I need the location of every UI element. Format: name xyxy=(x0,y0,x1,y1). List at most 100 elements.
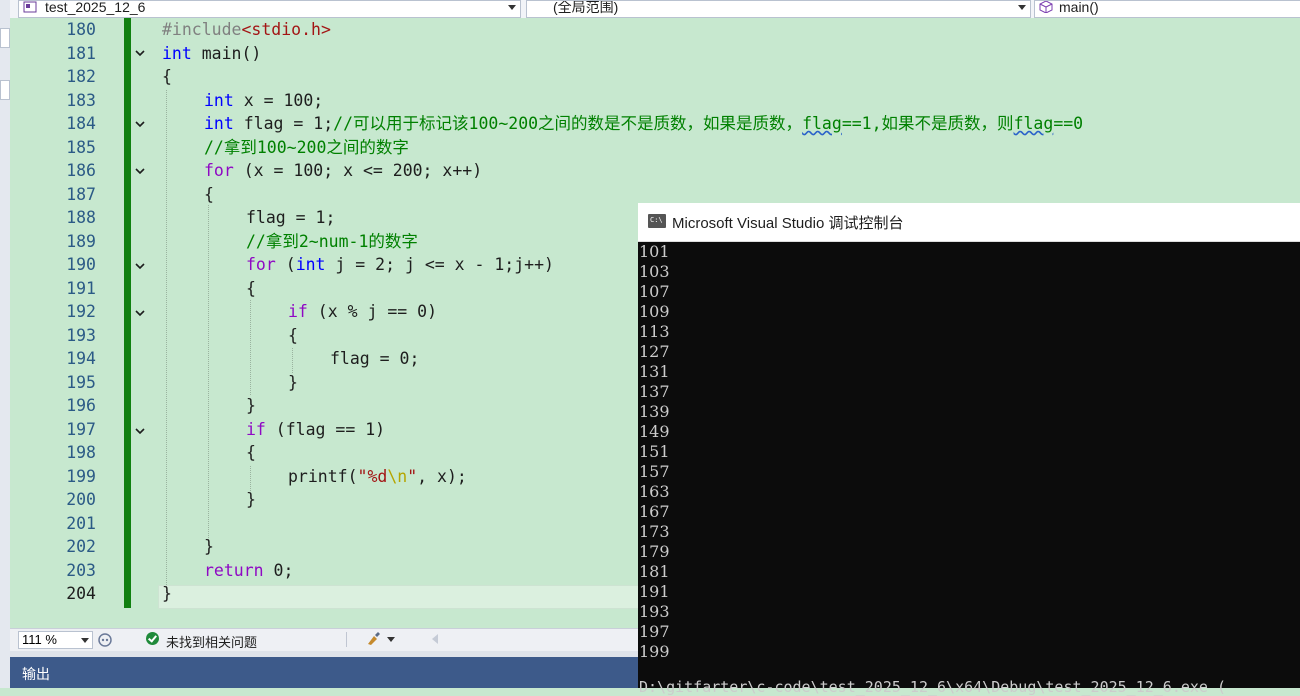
code-line: { xyxy=(288,325,298,345)
console-output-line: 193 xyxy=(639,602,670,621)
member-dropdown[interactable]: main() xyxy=(1034,0,1300,18)
code-line: { xyxy=(162,67,172,86)
line-number: 182 xyxy=(66,67,96,86)
console-exit-line: D:\gitfarter\c-code\test_2025_12_6\x64\D… xyxy=(639,678,1226,696)
console-output-line: 181 xyxy=(639,562,670,581)
code-line: printf("%d\n", x); xyxy=(288,466,467,486)
project-name: test_2025_12_6 xyxy=(45,0,146,15)
line-number: 180 xyxy=(66,20,96,39)
collapse-icon[interactable] xyxy=(134,118,146,130)
current-line-highlight xyxy=(158,585,640,609)
console-app-icon: C:\ xyxy=(648,214,666,228)
project-icon xyxy=(23,1,37,13)
console-output-line: 151 xyxy=(639,442,670,461)
line-number: 191 xyxy=(66,278,96,298)
line-number: 185 xyxy=(66,137,96,157)
code-line: { xyxy=(246,443,256,462)
issues-status[interactable]: 未找到相关问题 xyxy=(166,632,257,651)
zoom-level: 111 % xyxy=(22,632,57,647)
indent-guide xyxy=(250,300,251,395)
line-number: 181 xyxy=(66,43,96,63)
code-line: if (x % j == 0) xyxy=(288,302,438,321)
side-tab[interactable] xyxy=(0,80,10,100)
chevron-down-icon xyxy=(508,5,516,10)
divider xyxy=(346,632,347,647)
console-output-line: 107 xyxy=(639,282,670,301)
collapse-icon[interactable] xyxy=(134,307,146,319)
line-number: 195 xyxy=(66,372,96,392)
line-number: 188 xyxy=(66,208,96,227)
collapse-icon[interactable] xyxy=(134,260,146,272)
line-number: 198 xyxy=(66,443,96,462)
code-line: } xyxy=(162,584,172,603)
line-number: 204 xyxy=(66,584,96,603)
scope-name: (全局范围) xyxy=(553,0,619,15)
code-line: { xyxy=(204,184,214,204)
console-output-line: 109 xyxy=(639,302,670,321)
line-number: 189 xyxy=(66,231,96,251)
chevron-down-icon xyxy=(81,638,89,643)
line-number: 186 xyxy=(66,161,96,180)
console-output-line: 131 xyxy=(639,362,670,381)
code-line: int main() xyxy=(162,43,262,63)
indent-guide xyxy=(208,205,209,540)
console-output-line: 113 xyxy=(639,322,670,341)
collapse-icon[interactable] xyxy=(134,165,146,177)
line-number: 200 xyxy=(66,490,96,509)
code-line: int x = 100; xyxy=(204,90,324,110)
code-line: for (x = 100; x <= 200; x++) xyxy=(204,161,483,180)
copilot-icon[interactable] xyxy=(97,632,113,648)
line-number: 202 xyxy=(66,537,96,556)
console-output-line: 137 xyxy=(639,382,670,401)
console-output-line: 197 xyxy=(639,622,670,641)
line-number: 197 xyxy=(66,419,96,439)
code-line: int flag = 1;//可以用于标记该100~200之间的数是不是质数，如… xyxy=(204,114,1084,133)
console-output-line: 173 xyxy=(639,522,670,541)
scroll-left-icon[interactable] xyxy=(432,634,438,644)
member-name: main() xyxy=(1059,0,1099,15)
line-number: 201 xyxy=(66,513,96,533)
line-number: 184 xyxy=(66,114,96,133)
line-number: 203 xyxy=(66,560,96,580)
console-output-line: 103 xyxy=(639,262,670,281)
console-output-line: 199 xyxy=(639,642,670,661)
console-output-line: 101 xyxy=(639,242,670,261)
output-panel-header[interactable]: 输出 xyxy=(10,657,638,688)
indent-guide xyxy=(166,90,167,595)
code-line: #include<stdio.h> xyxy=(162,20,331,39)
collapse-icon[interactable] xyxy=(134,47,146,59)
line-number: 196 xyxy=(66,396,96,415)
debug-console-window[interactable] xyxy=(638,203,1300,688)
scope-dropdown[interactable]: (全局范围) xyxy=(526,0,1031,18)
side-tab[interactable] xyxy=(0,28,10,48)
code-line: for (int j = 2; j <= x - 1;j++) xyxy=(246,255,554,274)
console-output-line: 157 xyxy=(639,462,670,481)
line-number: 199 xyxy=(66,466,96,486)
console-output-line: 163 xyxy=(639,482,670,501)
indent-guide xyxy=(292,348,293,373)
code-line: } xyxy=(288,372,298,392)
line-number: 193 xyxy=(66,325,96,345)
console-title: Microsoft Visual Studio 调试控制台 xyxy=(672,215,904,232)
project-dropdown[interactable]: test_2025_12_6 xyxy=(18,0,521,18)
check-circle-icon xyxy=(146,632,159,645)
line-number: 194 xyxy=(66,349,96,368)
code-line: //拿到2~num-1的数字 xyxy=(246,231,418,251)
code-line: } xyxy=(246,396,256,415)
splitter[interactable] xyxy=(10,650,638,657)
collapse-icon[interactable] xyxy=(134,425,146,437)
code-cleanup-brush-icon[interactable] xyxy=(365,631,397,647)
console-title-bar[interactable]: C:\ Microsoft Visual Studio 调试控制台 xyxy=(638,203,1300,242)
line-number: 190 xyxy=(66,255,96,274)
console-output-line: 191 xyxy=(639,582,670,601)
line-number: 183 xyxy=(66,90,96,110)
console-output-line: 179 xyxy=(639,542,670,561)
code-line: flag = 1; xyxy=(246,208,336,227)
editor-status-bar: 111 % 未找到相关问题 xyxy=(10,628,638,651)
code-line: } xyxy=(204,537,214,556)
code-line: } xyxy=(246,490,256,509)
zoom-dropdown[interactable]: 111 % xyxy=(18,631,93,649)
code-line: return 0; xyxy=(204,560,294,580)
console-output-line: 127 xyxy=(639,342,670,361)
code-line: if (flag == 1) xyxy=(246,419,386,439)
